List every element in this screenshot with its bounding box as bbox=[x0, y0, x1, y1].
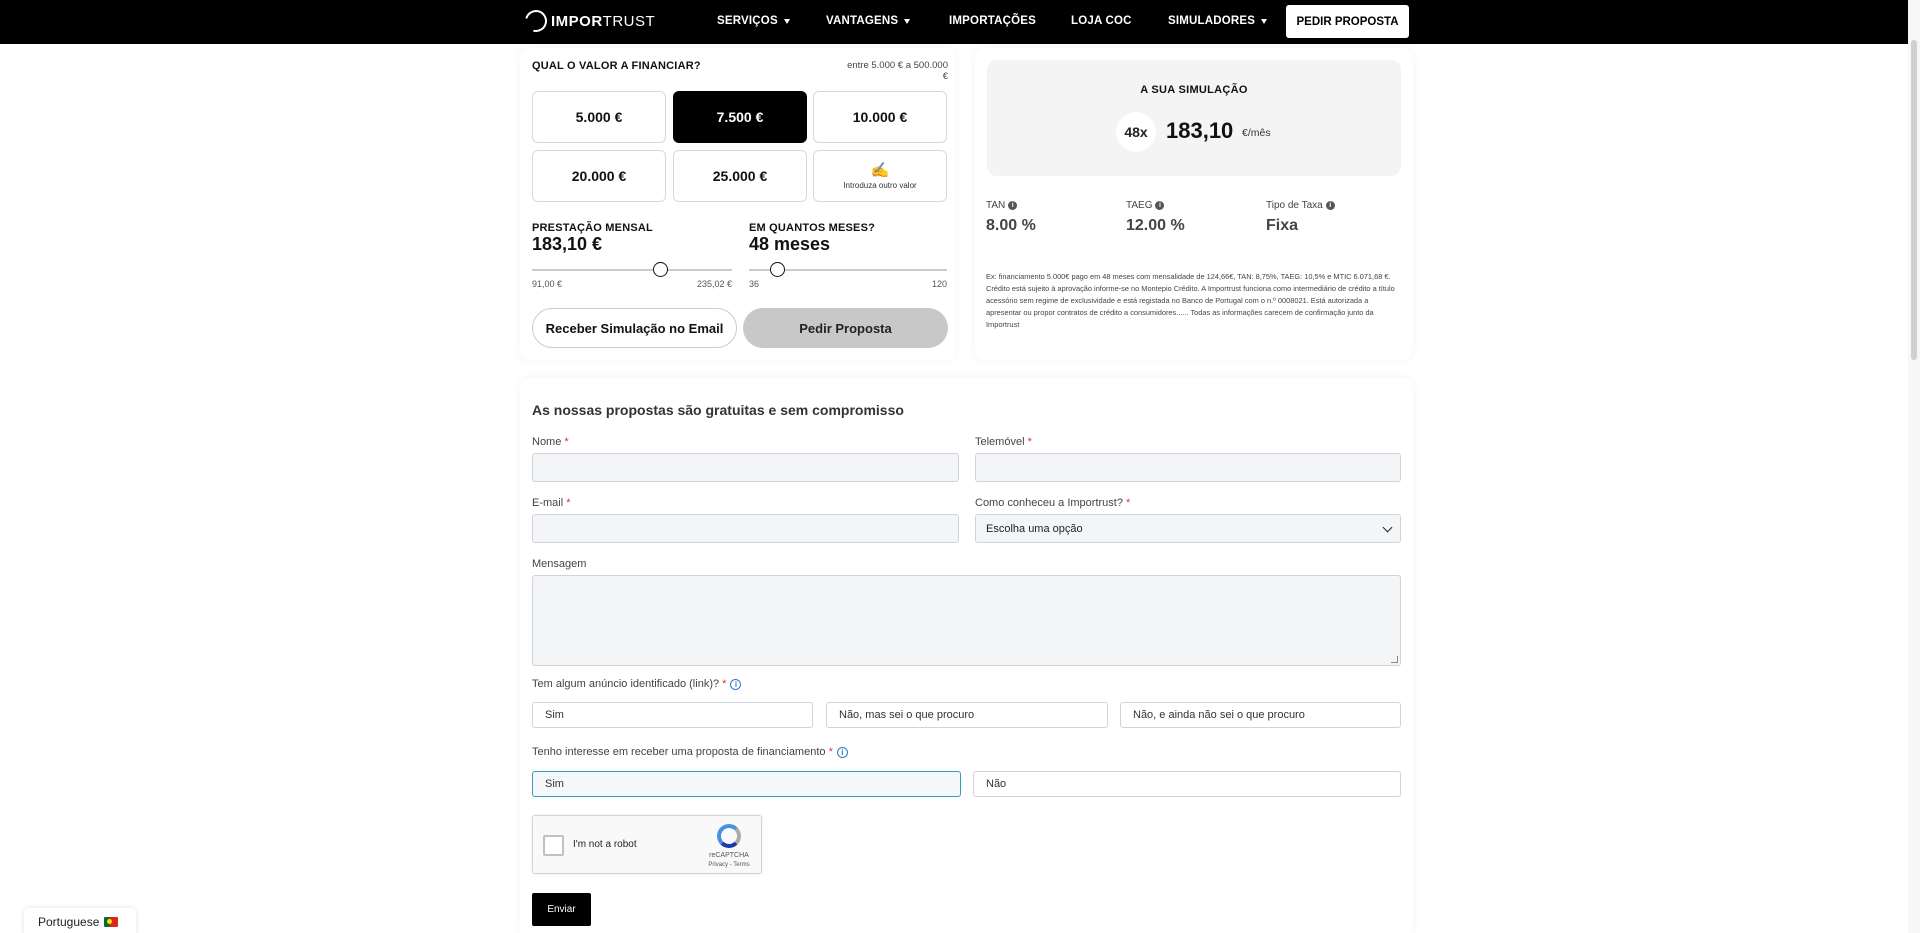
months-max: 120 bbox=[931, 279, 947, 289]
nav-item-importacoes[interactable]: IMPORTAÇÕES bbox=[949, 15, 1036, 27]
recaptcha-links[interactable]: Privacy - Terms bbox=[699, 862, 759, 868]
name-label: Nome * bbox=[532, 436, 569, 448]
months-value: 48 meses bbox=[749, 234, 831, 254]
logo-text-bold: IMPOR bbox=[551, 12, 603, 30]
amount-option-10000[interactable]: 10.000 € bbox=[813, 91, 947, 143]
message-label: Mensagem bbox=[532, 558, 587, 570]
monthly-payment-slider-thumb[interactable] bbox=[652, 262, 668, 277]
info-icon[interactable]: i bbox=[730, 678, 742, 690]
finance-option-nao[interactable]: Não bbox=[973, 771, 1401, 797]
amount-option-20000[interactable]: 20.000 € bbox=[532, 150, 666, 202]
months-label: EM QUANTOS MESES? bbox=[749, 222, 876, 234]
email-label: E-mail * bbox=[532, 497, 571, 509]
credit-disclaimer: Ex: financiamento 5.000€ pago em 48 mese… bbox=[986, 272, 1395, 329]
ad-option-nao-sei[interactable]: Não, mas sei o que procuro bbox=[826, 702, 1108, 728]
tan-value: 8.00 % bbox=[986, 217, 1036, 234]
rate-type-value: Fixa bbox=[1266, 217, 1299, 234]
name-input[interactable] bbox=[532, 453, 959, 482]
taeg-value: 12.00 % bbox=[1126, 217, 1185, 234]
writing-hand-icon: ✍ bbox=[870, 161, 890, 179]
ad-option-nao-nao-sei[interactable]: Não, e ainda não sei o que procuro bbox=[1120, 702, 1401, 728]
finance-question-label: Tenho interesse em receber uma proposta … bbox=[532, 746, 848, 758]
recaptcha-brand: reCAPTCHA bbox=[709, 852, 749, 859]
caret-down-icon bbox=[1261, 18, 1268, 24]
receive-simulation-email-button[interactable]: Receber Simulação no Email bbox=[532, 308, 737, 348]
months-min: 36 bbox=[749, 279, 760, 289]
monthly-payment-min: 91,00 € bbox=[532, 279, 563, 289]
info-icon[interactable]: i bbox=[1008, 201, 1018, 210]
recaptcha-checkbox[interactable] bbox=[543, 835, 564, 856]
phone-input[interactable] bbox=[975, 453, 1401, 482]
info-icon[interactable]: i bbox=[1155, 201, 1165, 210]
monthly-payment-slider-track[interactable] bbox=[532, 269, 732, 271]
taeg-label: TAEG i bbox=[1126, 200, 1165, 211]
amount-range-note: entre 5.000 € a 500.000 € bbox=[847, 60, 948, 82]
message-textarea[interactable] bbox=[532, 575, 1401, 666]
portugal-flag-icon bbox=[104, 917, 119, 927]
amount-option-25000[interactable]: 25.000 € bbox=[673, 150, 807, 202]
simulation-title: A SUA SIMULAÇÃO bbox=[1140, 84, 1248, 96]
logo-ring-icon bbox=[520, 5, 552, 37]
monthly-payment-label: PRESTAÇÃO MENSAL bbox=[532, 222, 653, 234]
ad-option-sim[interactable]: Sim bbox=[532, 702, 813, 728]
email-input[interactable] bbox=[532, 514, 959, 543]
recaptcha-logo-icon bbox=[717, 824, 741, 848]
form-title: As nossas propostas são gratuitas e sem … bbox=[532, 402, 904, 418]
logo-text-light: TRUST bbox=[602, 12, 656, 30]
top-navigation: IMPORTRUST SERVIÇOS VANTAGENS IMPORTAÇÕE… bbox=[0, 0, 1920, 44]
amount-question: QUAL O VALOR A FINANCIAR? bbox=[532, 60, 701, 72]
monthly-payment-value: 183,10 € bbox=[532, 234, 603, 254]
installments-badge: 48x bbox=[1116, 112, 1156, 152]
rate-type-label: Tipo de Taxa i bbox=[1266, 200, 1335, 211]
nav-item-loja-coc[interactable]: LOJA COC bbox=[1071, 15, 1132, 27]
importrust-logo[interactable]: IMPORTRUST bbox=[520, 5, 656, 37]
scrollbar-thumb[interactable] bbox=[1911, 40, 1917, 360]
ad-question-label: Tem algum anúncio identificado (link)? *… bbox=[532, 678, 742, 690]
nav-item-simuladores[interactable]: SIMULADORES bbox=[1168, 15, 1268, 27]
custom-amount-label: Introduza outro valor bbox=[843, 180, 917, 190]
caret-down-icon bbox=[783, 18, 790, 24]
simulation-unit: €/mês bbox=[1242, 127, 1271, 139]
request-proposal-button[interactable]: Pedir Proposta bbox=[743, 308, 948, 348]
amount-option-custom[interactable]: ✍ Introduza outro valor bbox=[813, 150, 947, 202]
amount-option-7500[interactable]: 7.500 € bbox=[673, 91, 807, 143]
caret-down-icon bbox=[904, 18, 911, 24]
nav-item-vantagens[interactable]: VANTAGENS bbox=[826, 15, 911, 27]
info-icon[interactable]: i bbox=[836, 746, 848, 758]
tan-label: TAN i bbox=[986, 200, 1018, 211]
source-label: Como conheceu a Importrust? * bbox=[975, 497, 1131, 509]
recaptcha-label: I'm not a robot bbox=[573, 839, 637, 850]
amount-option-5000[interactable]: 5.000 € bbox=[532, 91, 666, 143]
monthly-payment-max: 235,02 € bbox=[696, 279, 732, 289]
phone-label: Telemóvel * bbox=[975, 436, 1032, 448]
resize-grip-icon[interactable] bbox=[1391, 656, 1398, 663]
info-icon[interactable]: i bbox=[1325, 201, 1335, 210]
nav-item-servicos[interactable]: SERVIÇOS bbox=[717, 15, 790, 27]
submit-button[interactable]: Enviar bbox=[532, 893, 591, 926]
finance-option-sim[interactable]: Sim bbox=[532, 771, 961, 797]
recaptcha-widget: I'm not a robot reCAPTCHA Privacy - Term… bbox=[532, 815, 762, 874]
source-select[interactable]: Escolha uma opção bbox=[975, 514, 1401, 543]
language-selector[interactable]: Portuguese bbox=[24, 908, 136, 933]
simulation-amount: 183,10 bbox=[1166, 118, 1234, 143]
nav-pedir-proposta-button[interactable]: PEDIR PROPOSTA bbox=[1286, 5, 1409, 38]
chevron-down-icon bbox=[1382, 522, 1393, 533]
